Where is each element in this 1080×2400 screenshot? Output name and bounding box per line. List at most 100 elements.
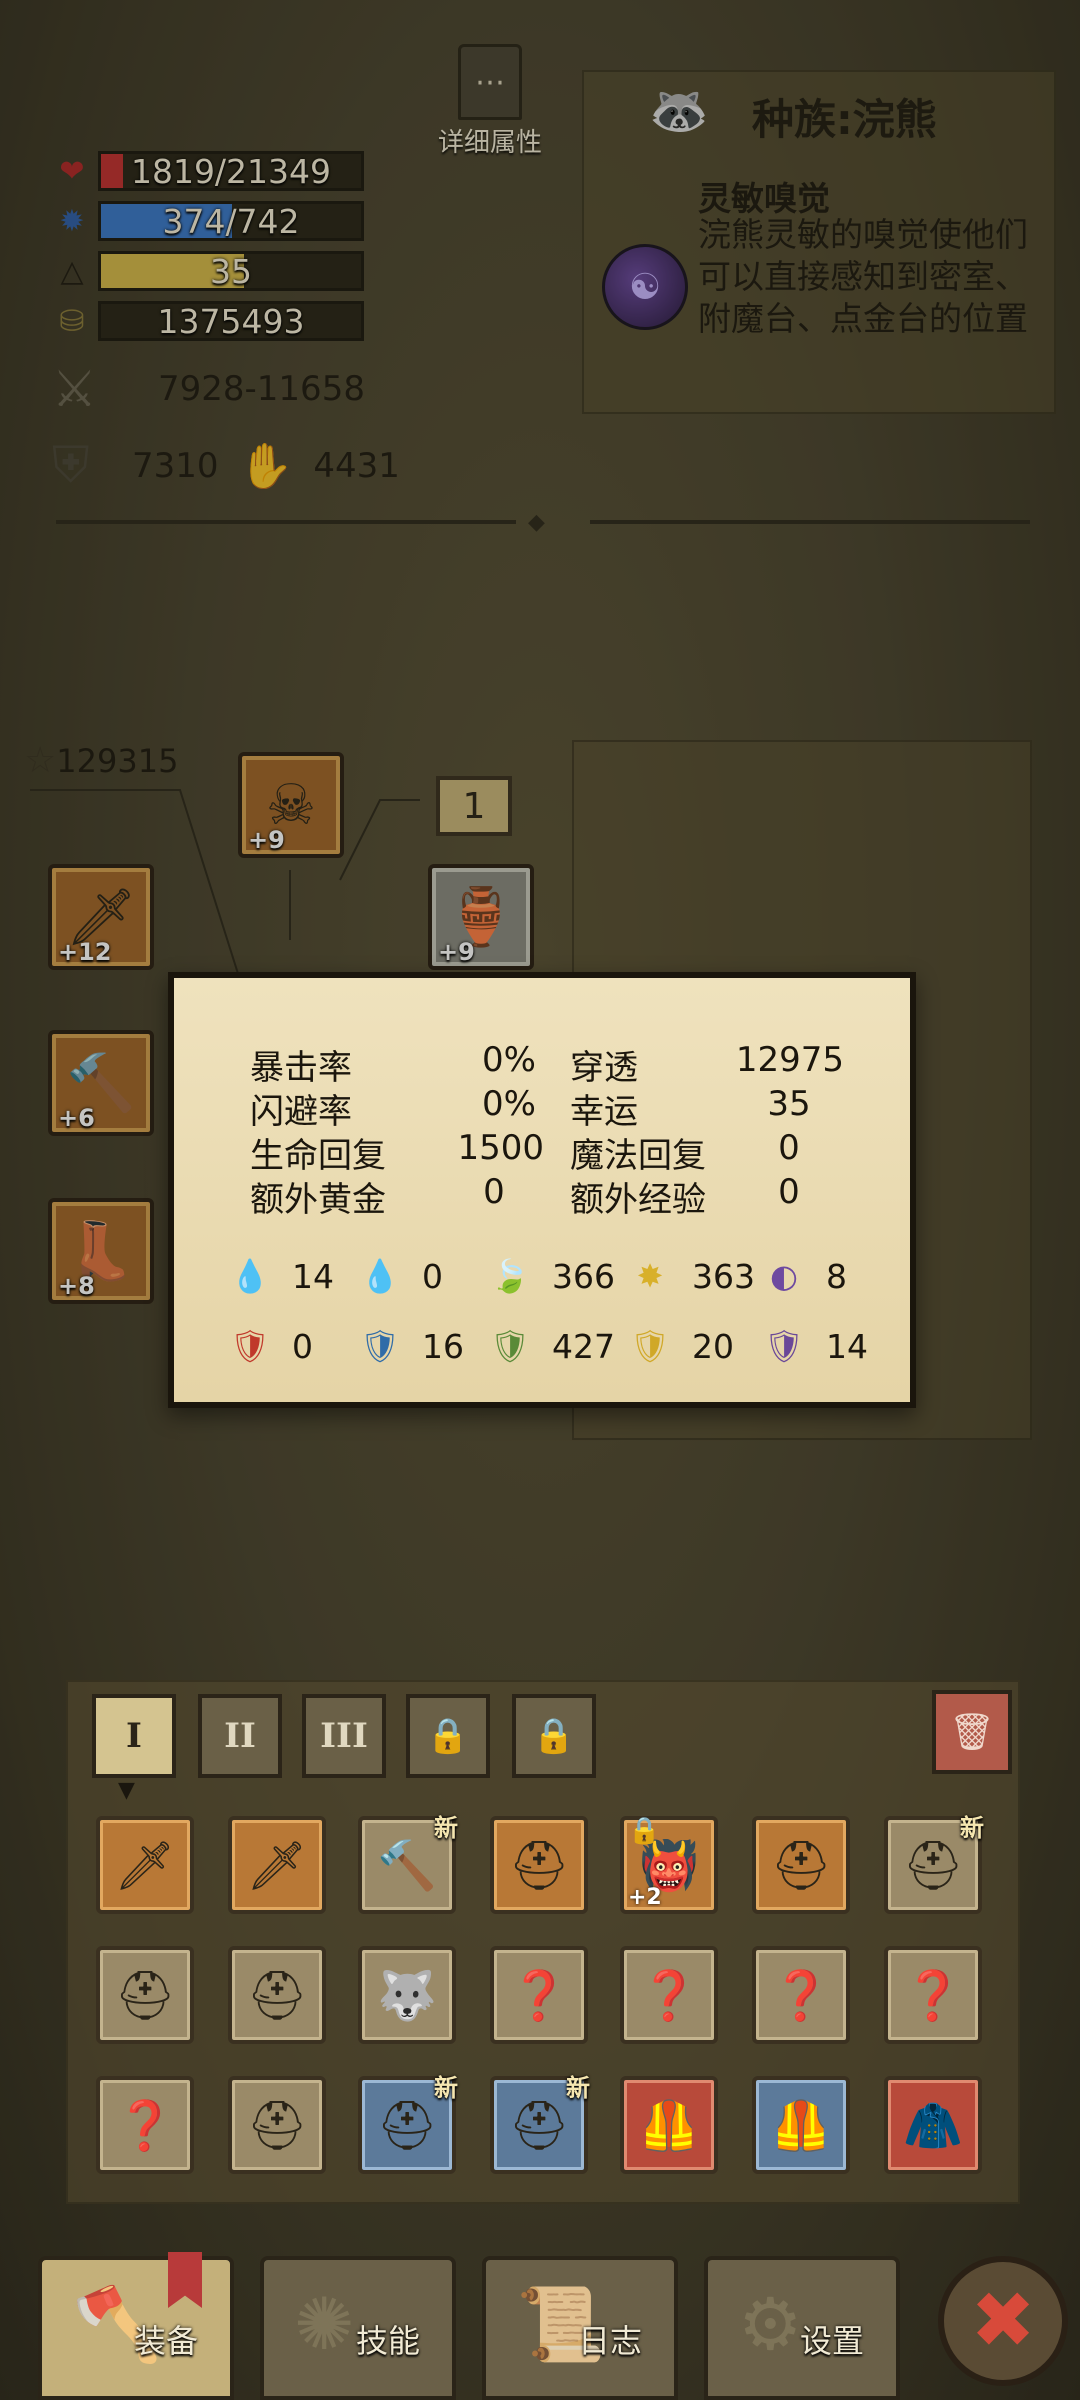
new-badge: 新 [960, 1814, 984, 1842]
dark-helmet-icon: ⛑ [902, 1837, 964, 1894]
inventory-item[interactable]: 🦺 [620, 2076, 718, 2174]
nav-log[interactable]: 📜 日志 [482, 2256, 678, 2400]
inventory-item[interactable]: 🐺 [358, 1946, 456, 2044]
inventory-item[interactable]: 🔨 新 [358, 1814, 458, 1914]
close-x-icon: ✖ [970, 2276, 1036, 2366]
weapon-level: +12 [58, 938, 112, 966]
blue-helmet-icon: ⛑ [508, 1837, 570, 1894]
race-title: 种族:浣熊 [752, 95, 937, 144]
nav-skills[interactable]: ✺ 技能 [260, 2256, 456, 2400]
inventory-tab-2[interactable]: II [198, 1694, 282, 1778]
helmet-slot[interactable]: ☠ +9 [238, 752, 344, 858]
fire-drop-icon: 💧 [230, 1257, 270, 1295]
fire-resist-value: 0 [292, 1326, 313, 1366]
unknown-item-icon: ❓ [903, 1967, 963, 2024]
divider-right [590, 520, 1030, 524]
hammer-icon: 🔨 [377, 1837, 437, 1894]
hammer-slot[interactable]: 🔨 +6 [48, 1030, 154, 1136]
beast-armor-icon: 🐺 [377, 1967, 437, 2024]
inventory-item[interactable]: ⛑ 新 [884, 1814, 984, 1914]
mp-regen-value: 0 [778, 1128, 800, 1168]
inventory-item[interactable]: ❓ [620, 1946, 718, 2044]
inventory-item[interactable]: 🦺 [752, 2076, 850, 2174]
lightning-icon: ✸ [636, 1257, 664, 1295]
boots-level: +8 [58, 1272, 95, 1300]
active-tab-arrow-icon: ▼ [118, 1778, 135, 1803]
boots-slot[interactable]: 👢 +8 [48, 1198, 154, 1304]
dark-attack-value: 8 [826, 1256, 847, 1296]
race-skill-description: 浣熊灵敏的嗅觉使他们可以直接感知到密室、附魔台、点金台的位置 [698, 215, 1028, 338]
race-skill-name: 灵敏嗅觉 [698, 179, 830, 218]
hammer-level: +6 [58, 1104, 95, 1132]
inventory-item[interactable]: ⛑ [752, 1816, 850, 1914]
count-box-value: 1 [462, 785, 486, 827]
water-shield-icon: 🛡 [359, 1327, 401, 1365]
amulet-slot[interactable]: 🏺 +9 [428, 864, 534, 970]
nav-equipment-label: 装备 [133, 2322, 198, 2360]
unknown-item-icon: ❓ [509, 1967, 569, 2024]
inventory-item[interactable]: 🧥 [884, 2076, 982, 2174]
inventory-item[interactable]: ⛑ [228, 2076, 326, 2174]
nature-resist-value: 427 [552, 1326, 615, 1366]
nav-log-label: 日志 [577, 2322, 642, 2360]
inventory-tab-2-label: II [224, 1716, 256, 1756]
detail-attributes-popup[interactable]: 暴击率 0% 穿透 12975 闪避率 0% 幸运 35 生命回复 1500 魔… [168, 972, 916, 1408]
nav-equipment[interactable]: 🪓 装备 [38, 2256, 234, 2400]
keen-smell-skill-icon[interactable]: ☯ [602, 244, 688, 330]
inventory-item[interactable]: 🔒 👹 +2 [620, 1816, 718, 1914]
plus-badge: +2 [628, 1885, 662, 1910]
inventory-item[interactable]: ⛑ 新 [490, 2074, 590, 2174]
cloak-icon: 🧥 [903, 2097, 963, 2154]
nature-attack: 🍃 366 [490, 1256, 615, 1296]
unknown-item-icon: ❓ [639, 1967, 699, 2024]
new-badge: 新 [434, 1814, 458, 1842]
lock-icon: 🔒 [532, 1716, 576, 1756]
inventory-tab-locked-2[interactable]: 🔒 [512, 1694, 596, 1778]
water-resist: 🛡 16 [360, 1326, 464, 1366]
inventory-item[interactable]: ❓ [490, 1946, 588, 2044]
fire-shield-icon: 🛡 [229, 1327, 271, 1365]
inventory-item[interactable]: 🗡 [228, 1816, 326, 1914]
helmet-level: +9 [248, 826, 285, 854]
lightning-resist-value: 20 [692, 1326, 734, 1366]
inventory-tab-1-label: I [126, 1716, 142, 1756]
inventory-item[interactable]: ⛑ [228, 1946, 326, 2044]
extra-gold-value: 0 [483, 1172, 505, 1212]
nav-skills-label: 技能 [355, 2322, 420, 2360]
inventory-tab-locked-1[interactable]: 🔒 [406, 1694, 490, 1778]
tech-helmet-icon: ⛑ [376, 2097, 438, 2154]
pierce-label: 穿透 [570, 1048, 638, 1088]
trash-button[interactable]: 🗑 [932, 1690, 1012, 1774]
water-drop-icon: 💧 [360, 1257, 400, 1295]
settings-gear-icon: ⚙ [738, 2282, 803, 2366]
nature-attack-value: 366 [552, 1256, 615, 1296]
inventory-tab-3[interactable]: III [302, 1694, 386, 1778]
weapon-slot[interactable]: 🗡 +12 [48, 864, 154, 970]
inventory-item[interactable]: ❓ [884, 1946, 982, 2044]
nature-resist: 🛡 427 [490, 1326, 615, 1366]
skill-gear-icon: ✺ [294, 2282, 355, 2366]
hp-regen-value: 1500 [457, 1128, 544, 1168]
raccoon-head-icon: 🦝 [649, 83, 709, 139]
inventory-item[interactable]: ⛑ [96, 1946, 194, 2044]
crit-value: 0% [482, 1040, 536, 1080]
leaf-icon: 🍃 [490, 1257, 530, 1295]
inventory-item[interactable]: ⛑ [490, 1816, 588, 1914]
gauntlet-icon: 🗡 [114, 1837, 176, 1894]
inventory-item[interactable]: 🗡 [96, 1816, 194, 1914]
nature-shield-icon: 🛡 [489, 1327, 531, 1365]
fire-resist: 🛡 0 [230, 1326, 313, 1366]
dark-resist: 🛡 14 [764, 1326, 868, 1366]
dark-shield-icon: 🛡 [763, 1327, 805, 1365]
nav-settings[interactable]: ⚙ 设置 [704, 2256, 900, 2400]
inventory-item[interactable]: ❓ [96, 2076, 194, 2174]
close-button[interactable]: ✖ [938, 2256, 1068, 2386]
mp-regen-label: 魔法回复 [570, 1136, 706, 1176]
inventory-item[interactable]: ❓ [752, 1946, 850, 2044]
inventory-item[interactable]: ⛑ 新 [358, 2074, 458, 2174]
horned-helmet-icon: ⛑ [246, 2097, 308, 2154]
hp-regen-label: 生命回复 [250, 1136, 386, 1176]
lightning-resist: 🛡 20 [630, 1326, 734, 1366]
dark-helmet-icon: ⛑ [246, 1967, 308, 2024]
inventory-tab-1[interactable]: I [92, 1694, 176, 1778]
